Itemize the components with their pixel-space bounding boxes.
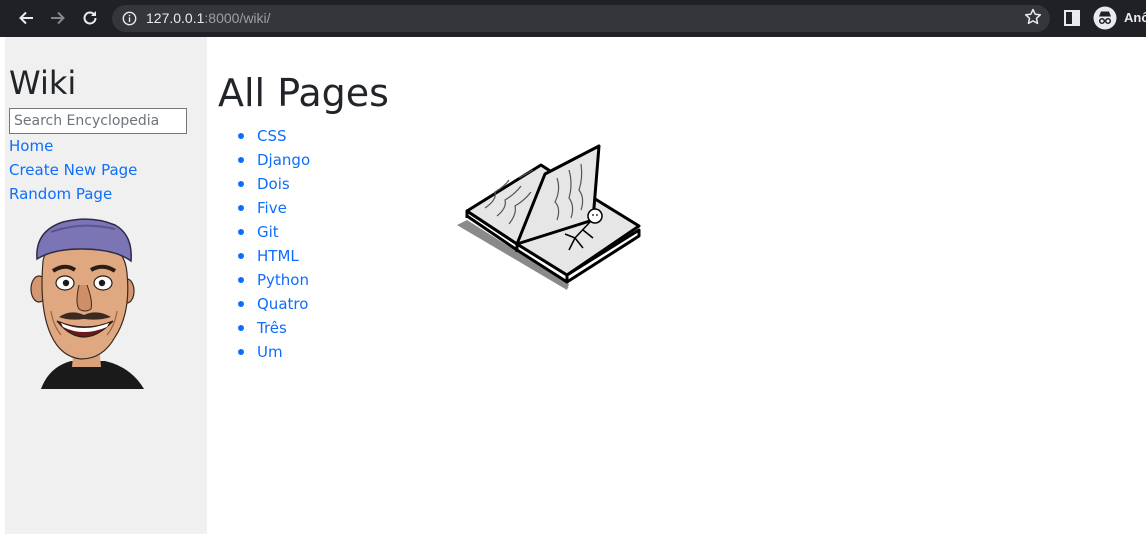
- page-link-um[interactable]: Um: [257, 343, 283, 361]
- list-item: Python: [218, 269, 310, 293]
- page-link-git[interactable]: Git: [257, 223, 279, 241]
- home-link[interactable]: Home: [9, 136, 53, 156]
- incognito-icon[interactable]: [1093, 6, 1117, 30]
- page-link-css[interactable]: CSS: [257, 127, 287, 145]
- site-title: Wiki: [9, 64, 77, 102]
- create-new-page-link[interactable]: Create New Page: [9, 160, 137, 180]
- page-title: All Pages: [218, 71, 389, 115]
- search-input[interactable]: [9, 108, 187, 134]
- reload-icon: [83, 11, 97, 25]
- page-link-five[interactable]: Five: [257, 199, 287, 217]
- url-path: :8000/wiki/: [204, 10, 271, 26]
- list-item: HTML: [218, 245, 310, 269]
- info-icon[interactable]: [122, 11, 137, 26]
- profile-label[interactable]: Anô: [1124, 10, 1146, 25]
- address-bar[interactable]: 127.0.0.1:8000/wiki/: [112, 5, 1050, 32]
- back-arrow-icon: [19, 11, 33, 25]
- page-link-django[interactable]: Django: [257, 151, 310, 169]
- main-content: All Pages CSS Django Dois Five Git HTML …: [207, 37, 1146, 534]
- forward-button[interactable]: [46, 6, 70, 30]
- page-link-dois[interactable]: Dois: [257, 175, 290, 193]
- list-item: Git: [218, 221, 310, 245]
- side-panel-icon[interactable]: [1063, 9, 1081, 27]
- list-item: Five: [218, 197, 310, 221]
- sidebar: Wiki Home Create New Page Random Page: [5, 37, 207, 534]
- list-item: Django: [218, 149, 310, 173]
- page-link-python[interactable]: Python: [257, 271, 309, 289]
- page-link-tres[interactable]: Três: [257, 319, 287, 337]
- page-viewport: Wiki Home Create New Page Random Page: [0, 37, 1146, 534]
- random-page-link[interactable]: Random Page: [9, 184, 112, 204]
- bookmark-star-icon[interactable]: [1023, 7, 1043, 27]
- caricature-avatar-image: [30, 218, 144, 389]
- back-button[interactable]: [14, 6, 38, 30]
- list-item: Dois: [218, 173, 310, 197]
- url-text: 127.0.0.1:8000/wiki/: [146, 10, 271, 27]
- list-item: Três: [218, 317, 310, 341]
- list-item: CSS: [218, 125, 310, 149]
- open-book-illustration: [457, 144, 641, 290]
- list-item: Quatro: [218, 293, 310, 317]
- browser-toolbar: 127.0.0.1:8000/wiki/ Anô: [0, 0, 1146, 37]
- list-item: Um: [218, 341, 310, 365]
- page-list: CSS Django Dois Five Git HTML Python Qua…: [218, 125, 310, 365]
- forward-arrow-icon: [51, 11, 65, 25]
- reload-button[interactable]: [78, 6, 102, 30]
- url-host: 127.0.0.1: [146, 10, 205, 26]
- page-link-quatro[interactable]: Quatro: [257, 295, 308, 313]
- page-link-html[interactable]: HTML: [257, 247, 299, 265]
